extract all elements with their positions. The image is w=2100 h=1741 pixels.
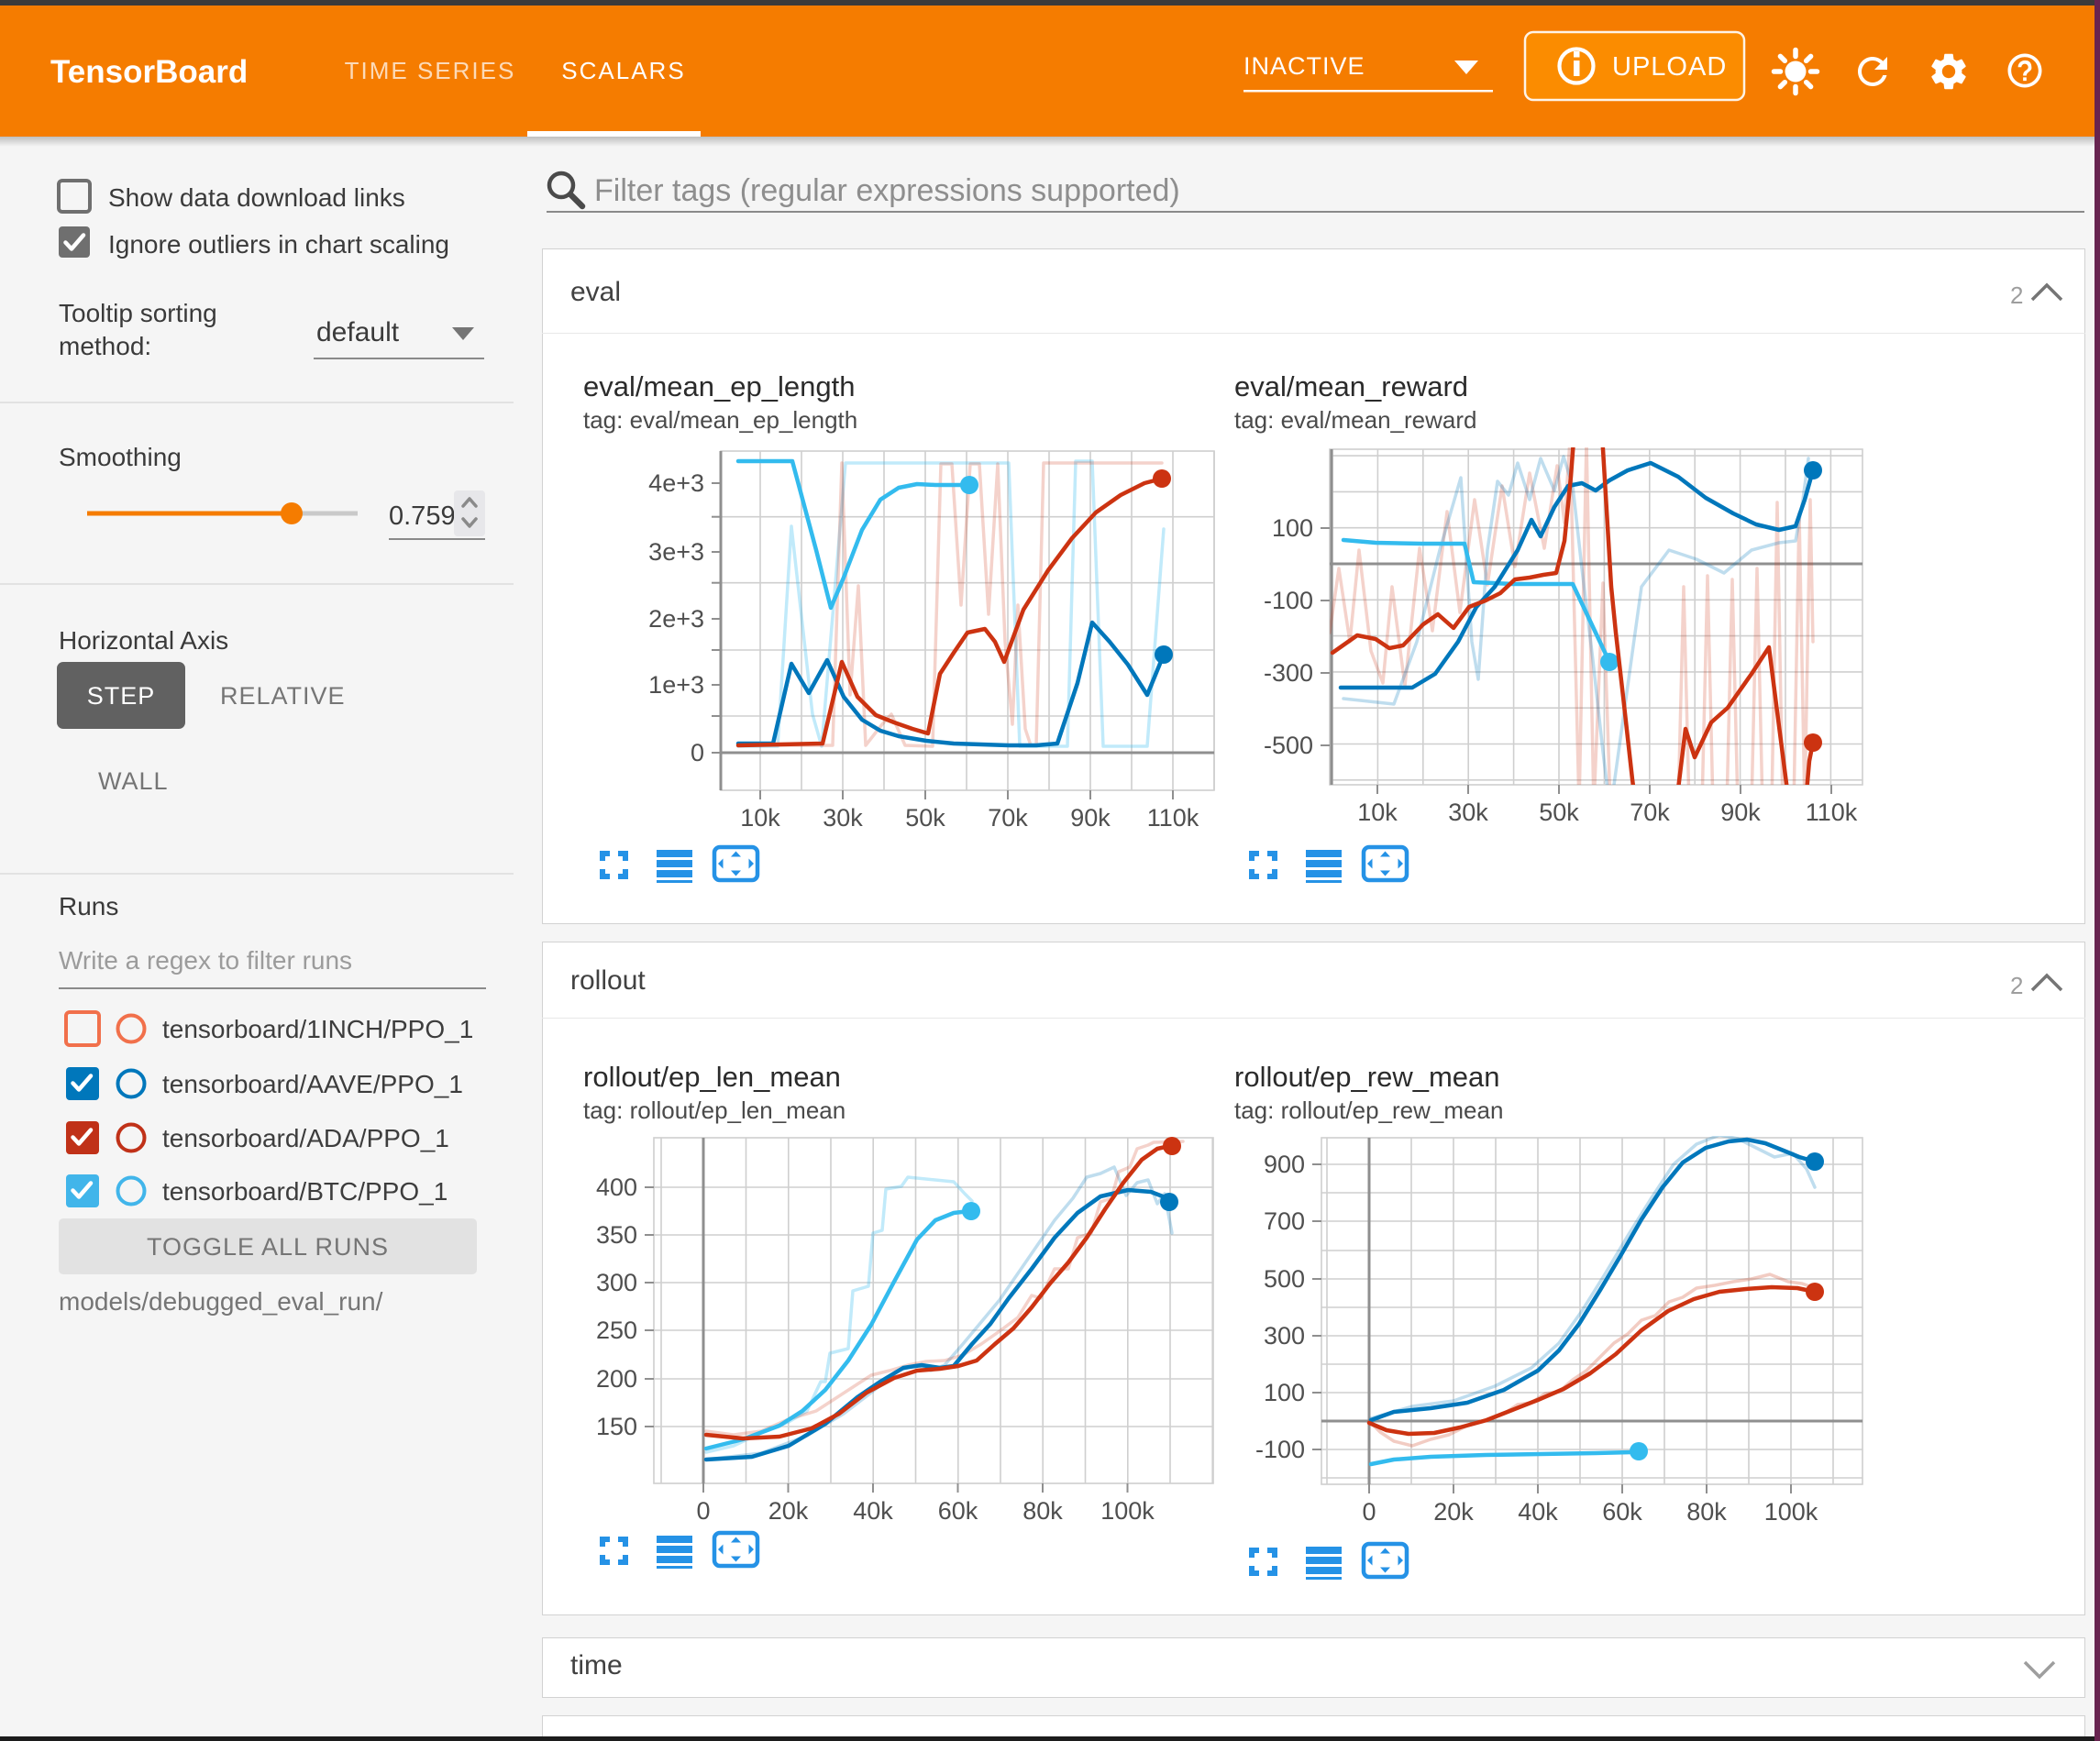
svg-text:tensorboard/BTC/PPO_1: tensorboard/BTC/PPO_1 bbox=[162, 1177, 448, 1206]
svg-text:2e+3: 2e+3 bbox=[648, 605, 704, 633]
svg-text:Filter tags (regular expressio: Filter tags (regular expressions support… bbox=[594, 173, 1180, 208]
svg-text:250: 250 bbox=[596, 1317, 637, 1344]
svg-text:150: 150 bbox=[596, 1413, 637, 1440]
svg-text:100: 100 bbox=[1272, 514, 1313, 542]
svg-text:350: 350 bbox=[596, 1221, 637, 1249]
svg-text:700: 700 bbox=[1264, 1207, 1305, 1235]
svg-text:Horizontal Axis: Horizontal Axis bbox=[59, 626, 228, 655]
svg-text:30k: 30k bbox=[1448, 799, 1488, 826]
svg-text:0.759: 0.759 bbox=[389, 501, 456, 531]
svg-text:400: 400 bbox=[596, 1174, 637, 1201]
svg-text:40k: 40k bbox=[853, 1497, 893, 1525]
svg-text:RELATIVE: RELATIVE bbox=[220, 682, 346, 710]
svg-text:INACTIVE: INACTIVE bbox=[1243, 52, 1365, 80]
svg-text:10k: 10k bbox=[740, 804, 780, 832]
svg-text:Smoothing: Smoothing bbox=[59, 443, 182, 471]
svg-text:WALL: WALL bbox=[98, 767, 169, 795]
svg-text:1e+3: 1e+3 bbox=[648, 671, 704, 699]
svg-text:tag: rollout/ep_len_mean: tag: rollout/ep_len_mean bbox=[583, 1096, 846, 1124]
svg-text:Tooltip sorting: Tooltip sorting bbox=[59, 299, 217, 327]
svg-text:tag: rollout/ep_rew_mean: tag: rollout/ep_rew_mean bbox=[1234, 1096, 1503, 1124]
svg-text:20k: 20k bbox=[768, 1497, 809, 1525]
svg-text:STEP: STEP bbox=[87, 682, 156, 710]
svg-text:method:: method: bbox=[59, 332, 151, 360]
svg-text:Show data download links: Show data download links bbox=[108, 183, 405, 212]
svg-text:100k: 100k bbox=[1100, 1497, 1155, 1525]
svg-text:-500: -500 bbox=[1264, 732, 1313, 759]
svg-text:tag: eval/mean_ep_length: tag: eval/mean_ep_length bbox=[583, 406, 857, 434]
svg-text:Runs: Runs bbox=[59, 892, 118, 920]
svg-text:60k: 60k bbox=[938, 1497, 978, 1525]
svg-text:80k: 80k bbox=[1686, 1498, 1727, 1526]
svg-text:eval/mean_ep_length: eval/mean_ep_length bbox=[583, 370, 855, 402]
svg-text:300: 300 bbox=[596, 1269, 637, 1296]
svg-text:70k: 70k bbox=[1630, 799, 1670, 826]
svg-text:2: 2 bbox=[2010, 972, 2023, 999]
svg-text:SCALARS: SCALARS bbox=[561, 57, 685, 84]
svg-text:2: 2 bbox=[2010, 281, 2023, 309]
svg-text:tensorboard/AAVE/PPO_1: tensorboard/AAVE/PPO_1 bbox=[162, 1070, 463, 1098]
svg-text:TensorBoard: TensorBoard bbox=[50, 54, 248, 90]
svg-text:tag: eval/mean_reward: tag: eval/mean_reward bbox=[1234, 406, 1476, 434]
svg-text:-100: -100 bbox=[1264, 587, 1313, 614]
svg-text:default: default bbox=[316, 317, 400, 347]
svg-text:TIME SERIES: TIME SERIES bbox=[345, 57, 516, 84]
svg-text:4e+3: 4e+3 bbox=[648, 469, 704, 497]
svg-text:90k: 90k bbox=[1070, 804, 1111, 832]
svg-text:rollout/ep_len_mean: rollout/ep_len_mean bbox=[583, 1061, 841, 1093]
svg-text:500: 500 bbox=[1264, 1265, 1305, 1293]
svg-text:models/debugged_eval_run/: models/debugged_eval_run/ bbox=[59, 1287, 383, 1316]
svg-text:-100: -100 bbox=[1255, 1436, 1305, 1463]
svg-text:10k: 10k bbox=[1357, 799, 1398, 826]
svg-text:900: 900 bbox=[1264, 1151, 1305, 1178]
svg-text:90k: 90k bbox=[1720, 799, 1761, 826]
svg-text:110k: 110k bbox=[1147, 804, 1199, 832]
svg-text:TOGGLE ALL RUNS: TOGGLE ALL RUNS bbox=[147, 1233, 389, 1261]
svg-text:Ignore outliers in chart scali: Ignore outliers in chart scaling bbox=[108, 230, 449, 259]
svg-text:30k: 30k bbox=[823, 804, 863, 832]
svg-text:200: 200 bbox=[596, 1365, 637, 1393]
svg-text:50k: 50k bbox=[905, 804, 945, 832]
svg-text:110k: 110k bbox=[1806, 799, 1858, 826]
svg-text:60k: 60k bbox=[1602, 1498, 1642, 1526]
svg-text:50k: 50k bbox=[1539, 799, 1579, 826]
svg-text:tensorboard/1INCH/PPO_1: tensorboard/1INCH/PPO_1 bbox=[162, 1015, 473, 1043]
svg-text:0: 0 bbox=[1362, 1498, 1376, 1526]
svg-text:300: 300 bbox=[1264, 1322, 1305, 1350]
svg-text:40k: 40k bbox=[1518, 1498, 1558, 1526]
svg-text:rollout/ep_rew_mean: rollout/ep_rew_mean bbox=[1234, 1061, 1500, 1093]
svg-text:3e+3: 3e+3 bbox=[648, 538, 704, 566]
svg-text:eval/mean_reward: eval/mean_reward bbox=[1234, 370, 1468, 402]
svg-text:70k: 70k bbox=[988, 804, 1028, 832]
svg-text:100: 100 bbox=[1264, 1379, 1305, 1406]
svg-text:-300: -300 bbox=[1264, 659, 1313, 687]
svg-text:100k: 100k bbox=[1764, 1498, 1818, 1526]
svg-text:20k: 20k bbox=[1433, 1498, 1474, 1526]
svg-text:tensorboard/ADA/PPO_1: tensorboard/ADA/PPO_1 bbox=[162, 1124, 449, 1152]
svg-text:80k: 80k bbox=[1022, 1497, 1063, 1525]
svg-text:Write a regex to filter runs: Write a regex to filter runs bbox=[59, 946, 352, 975]
svg-text:0: 0 bbox=[696, 1497, 710, 1525]
svg-text:UPLOAD: UPLOAD bbox=[1612, 52, 1727, 82]
svg-text:0: 0 bbox=[691, 739, 704, 766]
